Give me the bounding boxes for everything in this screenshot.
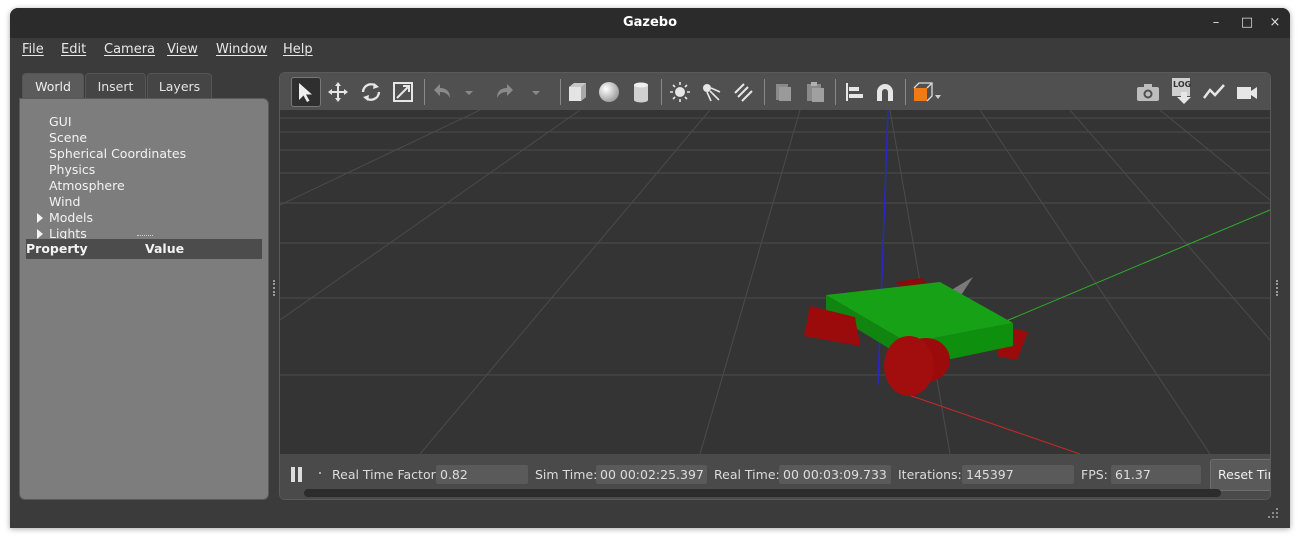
redo-icon[interactable]: [494, 81, 516, 103]
menu-camera[interactable]: Camera: [104, 42, 155, 57]
view-angle-icon[interactable]: [911, 81, 943, 103]
expand-arrow-icon[interactable]: [37, 229, 43, 239]
tab-world[interactable]: World: [22, 73, 84, 99]
sim-time-field: 00 00:02:25.397: [596, 465, 707, 484]
fps-label: FPS:: [1081, 467, 1108, 482]
tree-item-spherical-coordinates[interactable]: Spherical Coordinates: [49, 146, 186, 161]
real-time-field: 00 00:03:09.733: [779, 465, 891, 484]
x-axis: [899, 391, 1081, 454]
toolbar-separator: [835, 79, 836, 105]
property-table-header: Property Value: [26, 239, 262, 259]
right-panel-splitter[interactable]: [1276, 280, 1280, 296]
real-time-factor-label: Real Time Factor:: [332, 467, 440, 482]
menu-view[interactable]: View: [167, 42, 198, 57]
toolbar-separator: [905, 79, 906, 105]
menu-file[interactable]: File: [22, 42, 44, 57]
screenshot-icon[interactable]: [1136, 81, 1160, 103]
tree-item-gui[interactable]: GUI: [49, 114, 72, 129]
tree-item-scene[interactable]: Scene: [49, 130, 87, 145]
tree-item-physics[interactable]: Physics: [49, 162, 95, 177]
toolbar-separator: [424, 79, 425, 105]
point-light-icon[interactable]: [669, 81, 691, 103]
tab-layers[interactable]: Layers: [147, 73, 212, 99]
tab-insert[interactable]: Insert: [85, 73, 146, 99]
redo-dropdown-icon[interactable]: [530, 81, 542, 103]
splitter-handle[interactable]: [137, 235, 153, 238]
title-bar: Gazebo – □ ×: [10, 8, 1290, 38]
property-column-header: Property: [26, 241, 88, 256]
real-time-label: Real Time:: [714, 467, 780, 482]
tree-item-atmosphere[interactable]: Atmosphere: [49, 178, 125, 193]
undo-dropdown-icon[interactable]: [463, 81, 475, 103]
panel-splitter[interactable]: [273, 280, 277, 296]
iterations-label: Iterations:: [898, 467, 962, 482]
menu-help[interactable]: Help: [283, 42, 313, 57]
reset-time-button[interactable]: Reset Time: [1210, 459, 1270, 491]
translate-icon[interactable]: [327, 81, 349, 103]
video-record-icon[interactable]: [1235, 81, 1259, 103]
log-button[interactable]: LOG: [1170, 78, 1194, 104]
pause-icon-bar[interactable]: [298, 467, 302, 482]
y-axis: [979, 209, 1270, 333]
toolbar-separator: [661, 79, 662, 105]
select-arrow-icon: [299, 83, 312, 102]
horizontal-scrollbar[interactable]: [304, 489, 1221, 497]
tree-item-wind[interactable]: Wind: [49, 194, 80, 209]
menu-bar: File Edit Camera View Window Help: [10, 38, 1290, 66]
select-mode-button[interactable]: [291, 77, 321, 107]
status-bar: Real Time Factor: 0.82 Sim Time: 00 00:0…: [280, 454, 1270, 499]
cylinder-shape-icon[interactable]: [630, 81, 652, 103]
menu-window[interactable]: Window: [216, 42, 267, 57]
sim-time-label: Sim Time:: [535, 467, 598, 482]
minimize-button[interactable]: –: [1207, 14, 1225, 32]
ground-grid: [280, 110, 1270, 454]
snap-magnet-icon[interactable]: [874, 81, 896, 103]
step-dot-icon[interactable]: [319, 472, 321, 474]
real-time-factor-field: 0.82: [436, 465, 528, 484]
gazebo-window: Gazebo – □ × File Edit Camera View Windo…: [10, 8, 1290, 528]
iterations-field: 145397: [962, 465, 1074, 484]
log-icon-label: LOG: [1173, 80, 1192, 89]
render-panel: LOG Real Time Factor: 0.82 Sim Time: 00 …: [279, 72, 1271, 500]
expand-arrow-icon[interactable]: [37, 213, 43, 223]
sphere-shape-icon[interactable]: [598, 81, 620, 103]
toolbar-separator: [560, 79, 561, 105]
scene-render: [280, 110, 1270, 454]
toolbar-separator: [764, 79, 765, 105]
plot-icon[interactable]: [1202, 81, 1226, 103]
box-shape-icon[interactable]: [566, 81, 588, 103]
spot-light-icon[interactable]: [700, 81, 722, 103]
value-column-header: Value: [145, 241, 185, 256]
align-icon[interactable]: [843, 81, 865, 103]
tree-item-models[interactable]: Models: [49, 210, 93, 225]
menu-edit[interactable]: Edit: [61, 42, 86, 57]
directional-light-icon[interactable]: [732, 81, 754, 103]
rotate-icon[interactable]: [360, 81, 382, 103]
3d-viewport[interactable]: [280, 110, 1270, 454]
robot-model[interactable]: [804, 277, 1028, 396]
undo-icon[interactable]: [431, 81, 453, 103]
pause-icon[interactable]: [291, 467, 295, 482]
resize-grip-icon[interactable]: [1266, 506, 1280, 520]
window-title: Gazebo: [622, 15, 678, 30]
fps-field: 61.37: [1111, 465, 1201, 484]
close-button[interactable]: ×: [1266, 14, 1284, 32]
copy-icon[interactable]: [772, 81, 794, 103]
maximize-button[interactable]: □: [1238, 14, 1256, 32]
scale-icon[interactable]: [392, 81, 414, 103]
paste-icon[interactable]: [804, 81, 826, 103]
front-wheel: [884, 336, 934, 396]
toolbar: LOG: [280, 73, 1270, 111]
download-arrow-icon: [1177, 92, 1191, 104]
world-panel: GUI Scene Spherical Coordinates Physics …: [19, 98, 269, 500]
